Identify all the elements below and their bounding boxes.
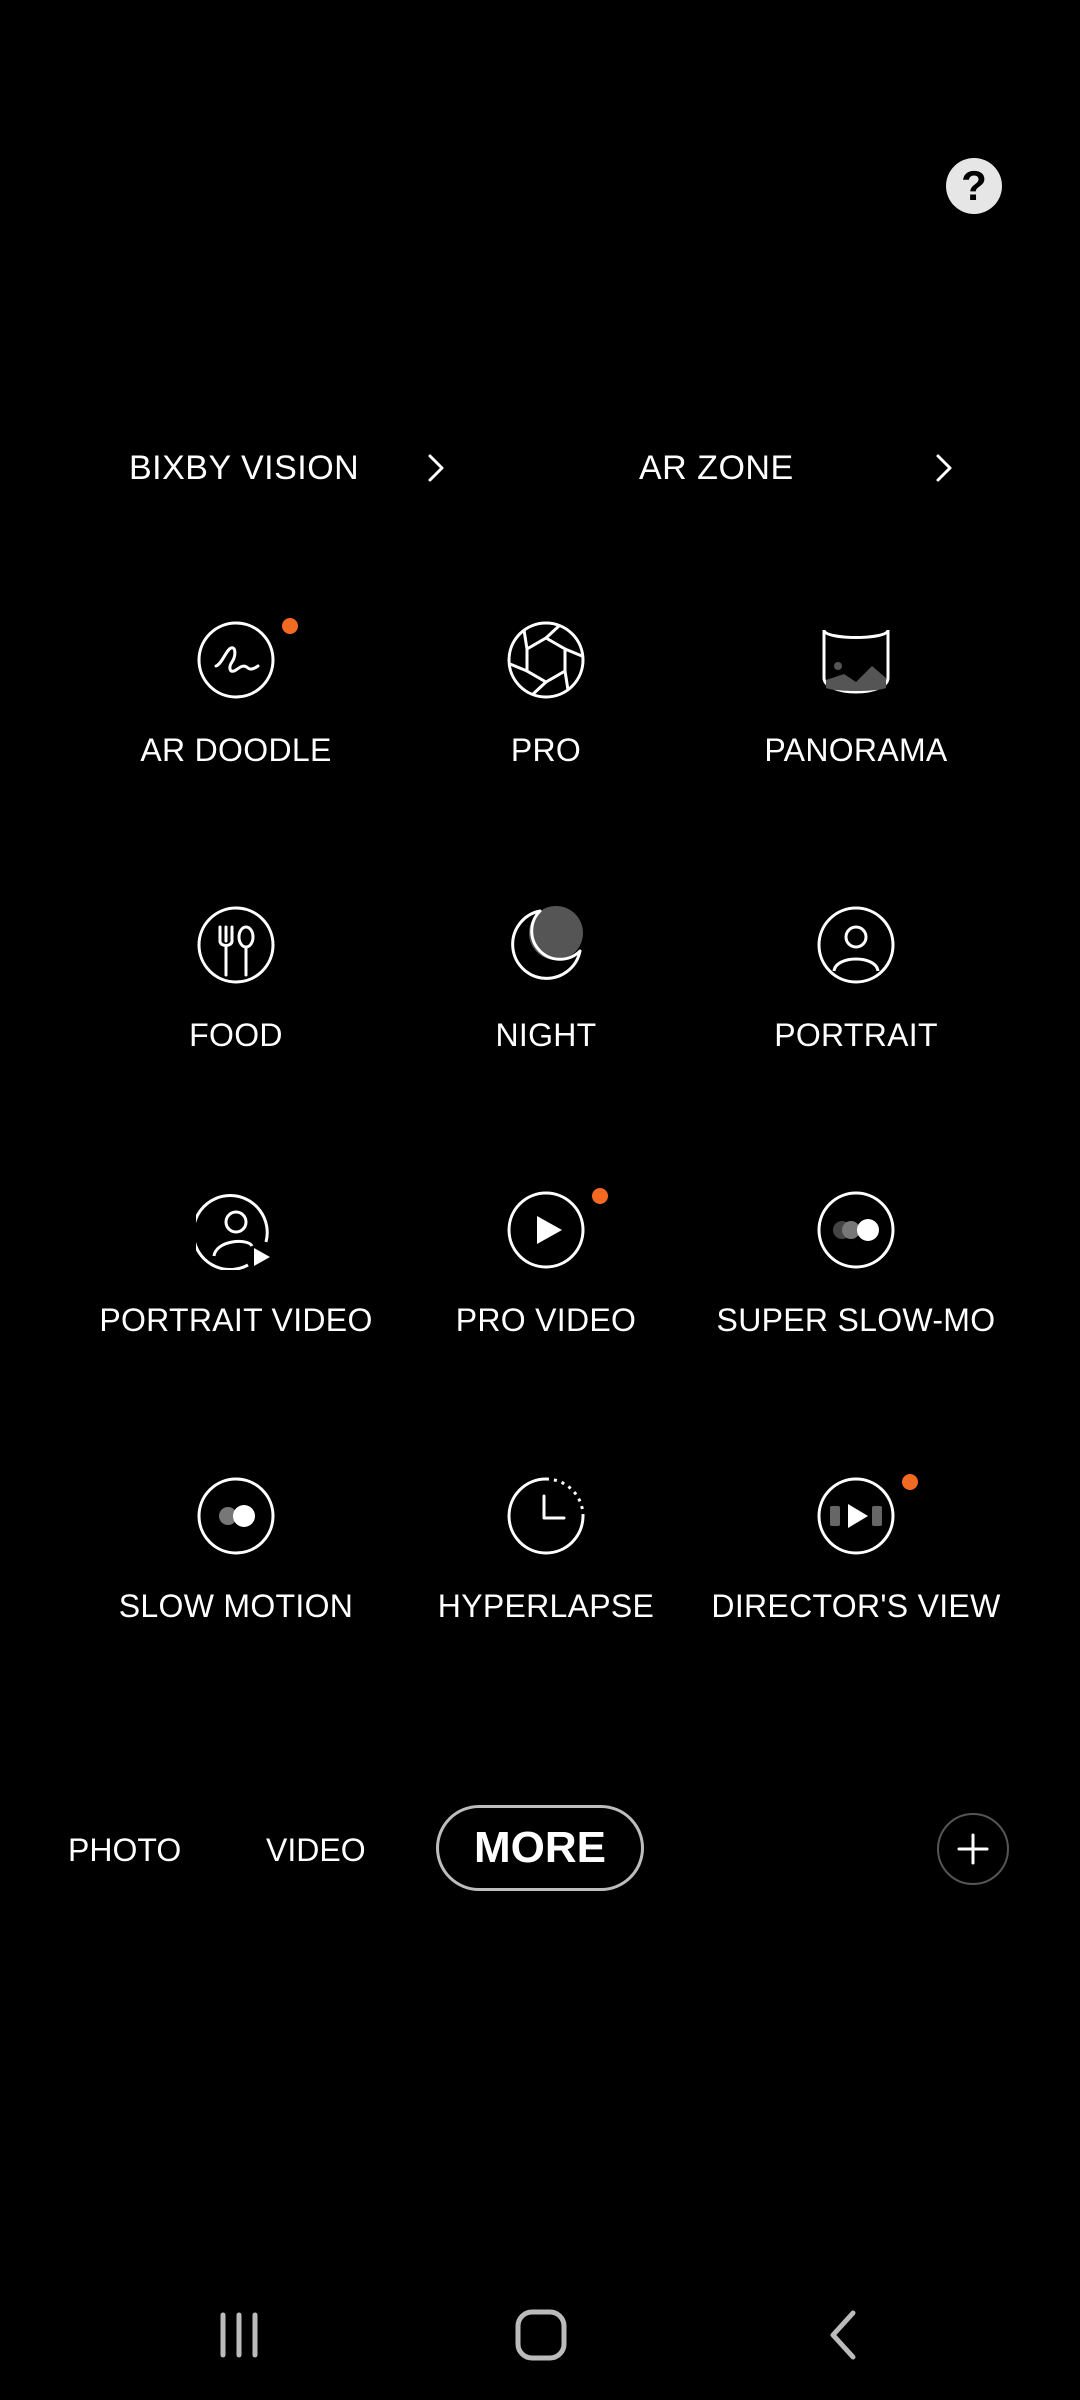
person-play-icon [191,1194,270,1272]
new-badge-dot [592,1188,608,1204]
recent-apps-icon [220,2312,258,2358]
mode-super-slow-mo[interactable]: SUPER SLOW-MO [676,1170,1036,1370]
mode-slow-motion[interactable]: SLOW MOTION [56,1456,416,1656]
mode-hyperlapse[interactable]: HYPERLAPSE [366,1456,726,1656]
mode-label: SUPER SLOW-MO [716,1302,996,1338]
mode-night[interactable]: NIGHT [366,885,726,1085]
aperture-icon [507,621,585,699]
mode-label: PORTRAIT VIDEO [99,1302,373,1338]
mode-label: PANORAMA [764,732,948,768]
directors-view-icon [817,1477,895,1555]
mode-pro[interactable]: PRO [366,600,726,800]
help-button[interactable]: ? [946,158,1002,214]
mode-pro-video[interactable]: PRO VIDEO [366,1170,726,1370]
mode-label: PRO [510,732,582,768]
tab-more[interactable]: MORE [436,1805,644,1891]
play-icon [507,1191,585,1269]
chevron-right-icon [936,454,952,482]
ar-zone-label: AR ZONE [639,448,794,487]
tab-photo[interactable]: PHOTO [68,1805,181,1895]
hyperlapse-clock-icon [507,1477,585,1555]
person-icon [817,906,895,984]
question-mark-icon: ? [961,162,987,209]
moon-icon [511,906,583,980]
panorama-icon [822,629,890,694]
mode-directors-view[interactable]: DIRECTOR'S VIEW [676,1456,1036,1656]
ar-zone-link[interactable]: AR ZONE [639,440,969,496]
mode-ar-doodle[interactable]: AR DOODLE [56,600,416,800]
mode-food[interactable]: FOOD [56,885,416,1085]
add-mode-button[interactable] [937,1813,1009,1885]
back-button[interactable] [798,2290,888,2380]
home-button[interactable] [496,2290,586,2380]
super-slow-mo-icon [817,1191,895,1269]
bixby-vision-label: BIXBY VISION [129,448,360,487]
mode-label: NIGHT [495,1017,597,1053]
mode-portrait[interactable]: PORTRAIT [676,885,1036,1085]
slow-motion-icon [197,1477,275,1555]
chevron-right-icon [428,454,444,482]
new-badge-dot [902,1474,918,1490]
bixby-vision-link[interactable]: BIXBY VISION [129,440,459,496]
mode-label: DIRECTOR'S VIEW [711,1588,1001,1624]
mode-panorama[interactable]: PANORAMA [676,600,1036,800]
recent-apps-button[interactable] [194,2290,284,2380]
mode-portrait-video[interactable]: PORTRAIT VIDEO [56,1170,416,1370]
mode-label: PORTRAIT [774,1017,938,1053]
mode-label: SLOW MOTION [118,1588,354,1624]
plus-icon [957,1833,989,1865]
mode-label: AR DOODLE [140,732,332,768]
fork-spoon-icon [197,906,275,984]
mode-label: HYPERLAPSE [437,1588,655,1624]
back-icon [830,2310,856,2360]
tab-video[interactable]: VIDEO [266,1805,366,1895]
tab-more-label: MORE [474,1823,606,1872]
home-icon [515,2309,567,2361]
new-badge-dot [282,618,298,634]
ar-doodle-icon [197,621,275,699]
mode-label: FOOD [189,1017,283,1053]
mode-label: PRO VIDEO [455,1302,637,1338]
navigation-bar [0,2290,1080,2380]
